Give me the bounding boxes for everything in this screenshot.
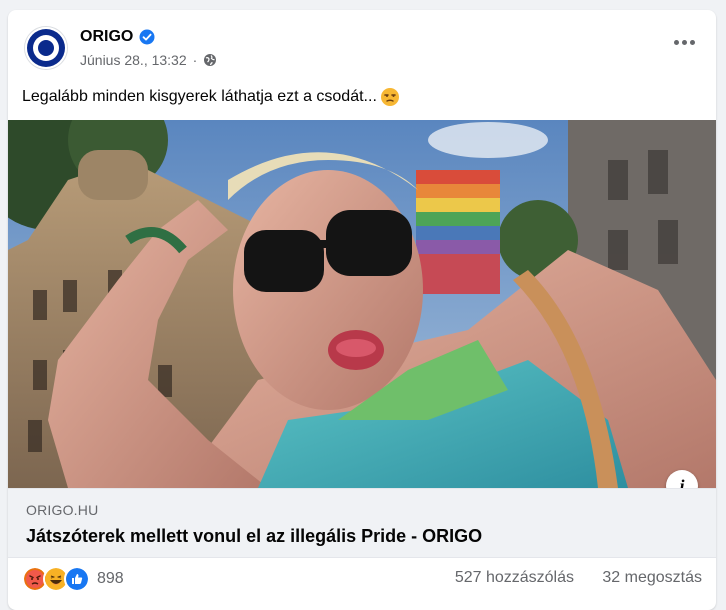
globe-icon[interactable] [203,53,217,67]
post-text: Legalább minden kisgyerek láthatja ezt a… [22,86,401,108]
verified-badge-icon [139,29,155,45]
link-title[interactable]: Játszóterek mellett vonul el az illegáli… [26,526,482,547]
post-text-content: Legalább minden kisgyerek láthatja ezt a… [22,88,377,105]
reaction-count[interactable]: 898 [97,570,124,588]
comments-count[interactable]: 527 hozzászólás [455,569,574,587]
page-name[interactable]: ORIGO [80,28,133,46]
meta-separator: · [192,52,198,68]
unamused-face-icon [379,86,401,108]
origo-logo-icon[interactable] [24,26,68,70]
shares-count[interactable]: 32 megosztás [602,569,702,587]
reactions-summary[interactable]: 898 [22,566,124,592]
page-name-link[interactable]: ORIGO [80,28,155,46]
post-card: ORIGO Június 28., 13:32 · Legalább minde… [8,10,716,610]
post-photo[interactable] [8,120,716,488]
like-reaction-icon [64,566,90,592]
post-meta: Június 28., 13:32 · [80,52,217,68]
post-timestamp[interactable]: Június 28., 13:32 [80,52,187,68]
post-footer: 898 527 hozzászólás 32 megosztás [8,558,716,598]
pride-parade-photo [8,120,716,488]
post-header: ORIGO Június 28., 13:32 · [8,10,716,70]
link-domain: ORIGO.HU [26,502,99,518]
more-options-icon[interactable] [670,32,698,52]
link-preview[interactable]: ORIGO.HU Játszóterek mellett vonul el az… [8,488,716,558]
